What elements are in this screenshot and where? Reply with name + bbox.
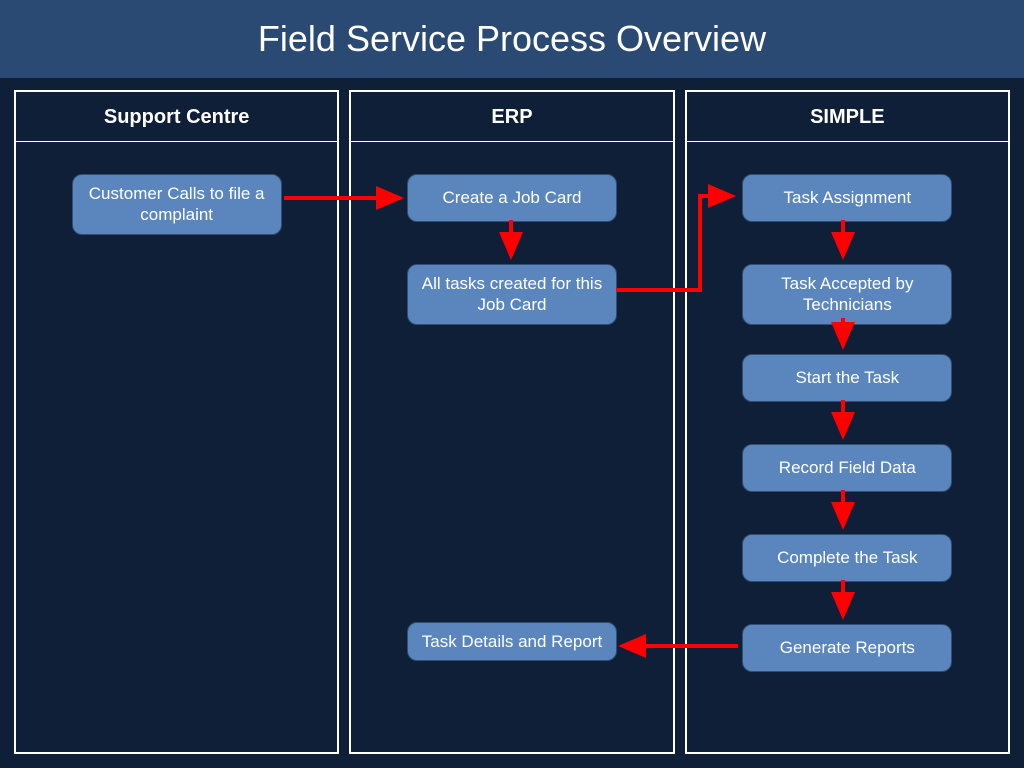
lane-erp: ERP Create a Job Card All tasks created …	[349, 90, 674, 754]
node-generate-reports: Generate Reports	[742, 624, 952, 672]
lane-header: SIMPLE	[687, 92, 1008, 142]
node-start-task: Start the Task	[742, 354, 952, 402]
node-complete-task: Complete the Task	[742, 534, 952, 582]
lane-header: ERP	[351, 92, 672, 142]
node-record-field-data: Record Field Data	[742, 444, 952, 492]
node-create-job-card: Create a Job Card	[407, 174, 617, 222]
node-customer-call: Customer Calls to file a complaint	[72, 174, 282, 235]
page-title: Field Service Process Overview	[258, 18, 766, 60]
lane-header: Support Centre	[16, 92, 337, 142]
swimlanes: Support Centre Customer Calls to file a …	[0, 78, 1024, 768]
node-task-accepted: Task Accepted by Technicians	[742, 264, 952, 325]
title-bar: Field Service Process Overview	[0, 0, 1024, 78]
node-tasks-created: All tasks created for this Job Card	[407, 264, 617, 325]
node-task-assignment: Task Assignment	[742, 174, 952, 222]
lane-support-centre: Support Centre Customer Calls to file a …	[14, 90, 339, 754]
lane-simple: SIMPLE Task Assignment Task Accepted by …	[685, 90, 1010, 754]
node-task-details-report: Task Details and Report	[407, 622, 617, 661]
